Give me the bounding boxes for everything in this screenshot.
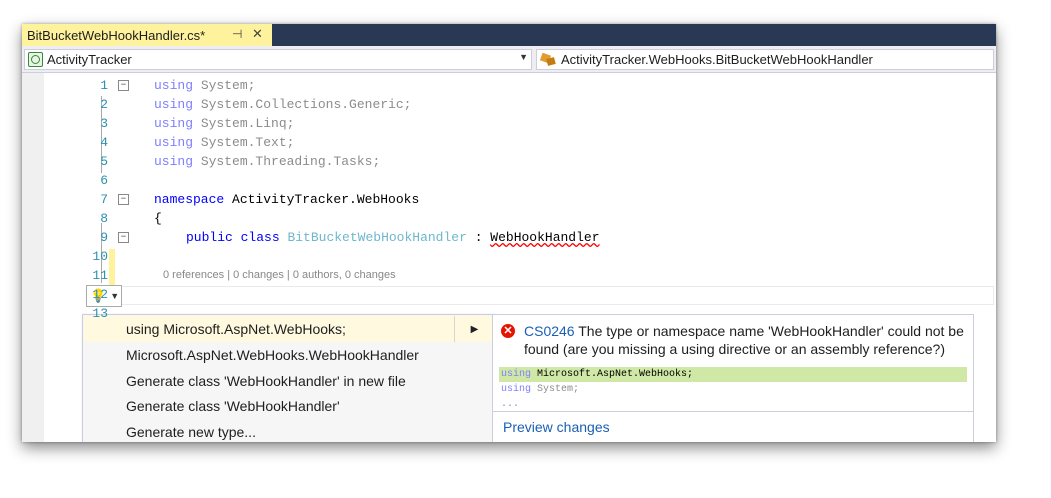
quick-action-item[interactable]: Generate class 'WebHookHandler' in new f… — [84, 368, 493, 394]
code-line: 8{ — [44, 209, 994, 228]
code-line: 12 — [44, 285, 994, 304]
keyword: using — [154, 135, 194, 150]
code-text: public class BitBucketWebHookHandler : W… — [186, 228, 600, 247]
code-line: 4 using System.Text; — [44, 133, 994, 152]
code-token: System.Linq; — [193, 116, 295, 131]
line-number: 4 — [100, 135, 108, 150]
class-name: BitBucketWebHookHandler — [287, 230, 467, 245]
line-number: 2 — [100, 97, 108, 112]
code-line: 2 using System.Collections.Generic; — [44, 95, 994, 114]
code-line: 1− using System; — [44, 76, 994, 95]
line-number: 3 — [100, 116, 108, 131]
type-dropdown[interactable]: ActivityTracker.WebHooks.BitBucketWebHoo… — [536, 49, 994, 70]
pin-icon[interactable]: ⊣ — [232, 27, 242, 41]
keyword: using — [154, 97, 194, 112]
quick-action-label: Generate class 'WebHookHandler' in new f… — [126, 372, 406, 389]
quick-action-label: Generate class 'WebHookHandler' — [126, 398, 340, 415]
preview-code-line: using Microsoft.AspNet.WebHooks; — [499, 367, 967, 382]
code-text: using System.Threading.Tasks; — [154, 152, 380, 171]
code-text: using System.Collections.Generic; — [154, 95, 411, 114]
code-line: 13 — [44, 304, 994, 323]
divider — [493, 411, 973, 412]
code-token: : — [466, 230, 491, 245]
code-text: namespace ActivityTracker.WebHooks — [154, 190, 419, 209]
code-token: ... — [501, 399, 520, 410]
code-text: using System.Text; — [154, 133, 294, 152]
project-dropdown[interactable]: ActivityTracker ▼ — [24, 49, 532, 70]
code-text: using System; — [154, 76, 255, 95]
error-icon: ✕ — [501, 324, 515, 338]
type-label: ActivityTracker.WebHooks.BitBucketWebHoo… — [561, 52, 873, 67]
keyword: using — [501, 369, 532, 380]
code-token: System; — [193, 78, 256, 93]
quick-action-label: Microsoft.AspNet.WebHooks.WebHookHandler — [126, 346, 419, 363]
code-token: System.Collections.Generic; — [193, 97, 412, 112]
line-number: 9 — [100, 230, 108, 245]
line-number: 1 — [100, 78, 108, 93]
code-token: Microsoft.AspNet.WebHooks; — [531, 369, 694, 380]
code-token: ActivityTracker.WebHooks — [224, 192, 420, 207]
code-line: 9− public class BitBucketWebHookHandler :… — [44, 228, 994, 247]
quick-action-item[interactable]: Generate new type... — [84, 419, 493, 442]
keyword: public — [186, 230, 233, 245]
preview-code-line: ... — [499, 397, 967, 412]
code-token: System.Text; — [193, 135, 295, 150]
error-message: The type or namespace name 'WebHookHandl… — [524, 323, 964, 357]
preview-changes-link[interactable]: Preview changes — [503, 419, 610, 435]
close-icon[interactable]: ✕ — [252, 26, 263, 42]
editor-window: BitBucketWebHookHandler.cs* ⊣ ✕ Activity… — [22, 24, 996, 442]
keyword: using — [154, 78, 194, 93]
code-token: { — [154, 211, 162, 226]
code-line: 6 — [44, 171, 994, 190]
class-icon — [541, 53, 557, 66]
quick-action-label: using Microsoft.AspNet.WebHooks; — [126, 321, 346, 337]
project-icon — [28, 52, 43, 67]
indicator-margin — [22, 73, 44, 442]
navigation-bar: ActivityTracker ▼ ActivityTracker.WebHoo… — [22, 46, 996, 73]
tab-title: BitBucketWebHookHandler.cs* — [27, 27, 206, 43]
keyword: using — [501, 384, 532, 395]
line-number: 5 — [100, 154, 108, 169]
project-label: ActivityTracker — [47, 52, 132, 67]
document-tab[interactable]: BitBucketWebHookHandler.cs* ⊣ ✕ — [22, 24, 272, 46]
chevron-down-icon: ▼ — [519, 52, 528, 62]
keyword: namespace — [154, 192, 225, 207]
quick-action-label: Generate new type... — [126, 424, 256, 441]
code-line: 10 — [44, 247, 994, 266]
line-number: 10 — [92, 249, 108, 264]
quick-action-item[interactable]: Microsoft.AspNet.WebHooks.WebHookHandler — [84, 342, 493, 368]
code-text: { — [154, 209, 162, 228]
line-number: 8 — [100, 211, 108, 226]
keyword: using — [154, 154, 194, 169]
code-line: 7− namespace ActivityTracker.WebHooks — [44, 190, 994, 209]
keyword: using — [154, 116, 194, 131]
code-token: System; — [531, 384, 580, 395]
code-line: 11 — [44, 266, 994, 285]
collapse-icon[interactable]: − — [118, 80, 129, 91]
quick-actions-menu: using Microsoft.AspNet.WebHooks; ▶ Microso… — [82, 314, 495, 442]
error-code-link[interactable]: CS0246 — [524, 323, 575, 339]
line-number: 6 — [100, 173, 108, 188]
collapse-icon[interactable]: − — [118, 194, 129, 205]
preview-code-line: using System; — [499, 382, 967, 397]
code-token: System.Threading.Tasks; — [193, 154, 381, 169]
line-number: 12 — [92, 287, 108, 302]
fix-preview-panel: ✕ CS0246 The type or namespace name 'Web… — [492, 314, 974, 442]
code-text: using System.Linq; — [154, 114, 294, 133]
line-number: 13 — [92, 306, 108, 321]
line-number: 7 — [100, 192, 108, 207]
line-number: 11 — [92, 268, 108, 283]
error-description: CS0246 The type or namespace name 'WebHo… — [524, 322, 964, 358]
base-type-error[interactable]: WebHookHandler — [490, 230, 599, 245]
document-tab-strip: BitBucketWebHookHandler.cs* ⊣ ✕ — [22, 24, 996, 46]
code-line: 3 using System.Linq; — [44, 114, 994, 133]
quick-action-item[interactable]: Generate class 'WebHookHandler' — [84, 393, 493, 419]
collapse-icon[interactable]: − — [118, 232, 129, 243]
keyword: class — [240, 230, 280, 245]
code-editor[interactable]: 0 references | 0 changes | 0 authors, 0 … — [22, 73, 996, 442]
code-line: 5 using System.Threading.Tasks; — [44, 152, 994, 171]
